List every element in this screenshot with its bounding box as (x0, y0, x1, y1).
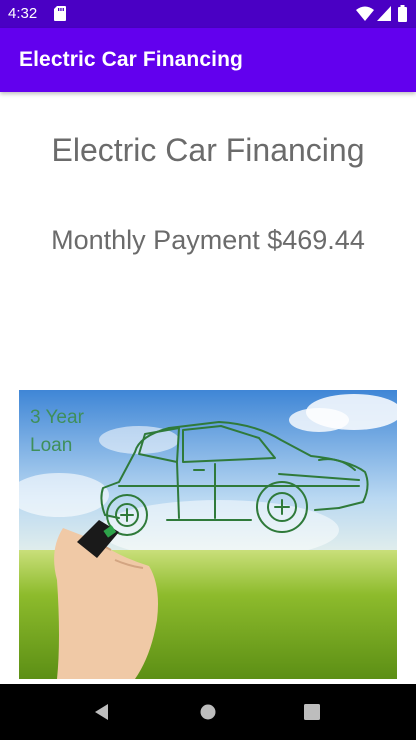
loan-term-label: 3 Year Loan (30, 407, 84, 456)
navigation-bar (0, 684, 416, 740)
wifi-icon (356, 6, 374, 21)
app-bar: Electric Car Financing (0, 28, 416, 92)
page-title: Electric Car Financing (51, 132, 365, 168)
sd-card-icon (54, 6, 66, 21)
monthly-payment-text: Monthly Payment $469.44 (51, 225, 365, 255)
app-bar-title: Electric Car Financing (19, 48, 243, 71)
back-icon[interactable] (92, 702, 112, 722)
home-icon[interactable] (199, 703, 217, 721)
status-bar: 4:32 (0, 0, 416, 28)
signal-icon (377, 6, 391, 21)
car-loan-image: 3 Year Loan (19, 390, 397, 679)
recents-icon[interactable] (303, 703, 321, 721)
status-time: 4:32 (8, 5, 38, 22)
battery-icon (398, 5, 407, 22)
